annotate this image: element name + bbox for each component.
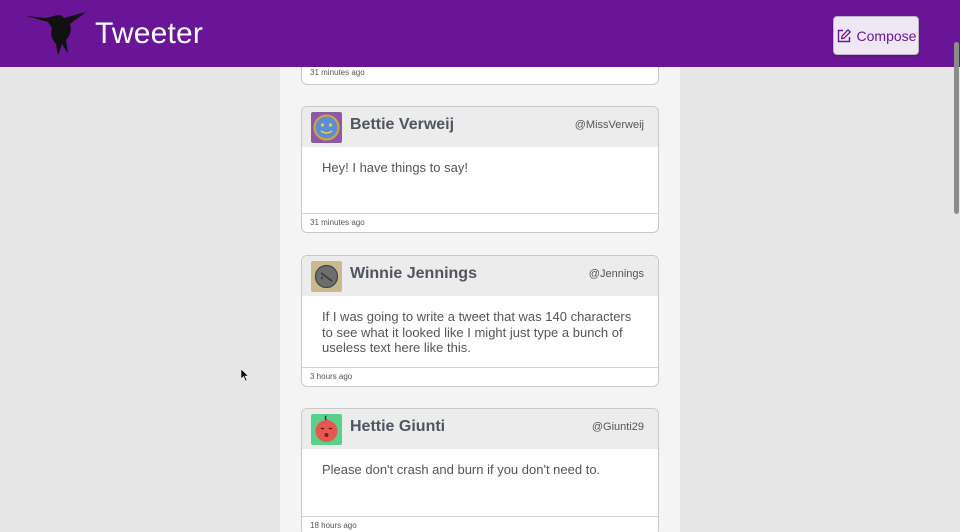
brand-title: Tweeter — [95, 17, 204, 50]
tweet-card: Bettie Verweij @MissVerweij Hey! I have … — [301, 106, 659, 233]
tweet-header: Winnie Jennings @Jennings — [302, 256, 658, 296]
avatar — [311, 261, 342, 292]
tweet-author-handle: @MissVerweij — [574, 119, 644, 131]
tweet-author-name: Hettie Giunti — [350, 418, 446, 435]
tweet-footer: 3 hours ago — [302, 367, 658, 386]
blue-face-avatar-icon — [311, 112, 342, 143]
vertical-scrollbar[interactable] — [954, 42, 959, 214]
tweet-header: Hettie Giunti @Giunti29 — [302, 409, 658, 449]
tweet-author-handle: @Giunti29 — [591, 421, 644, 433]
tweet-footer: 31 minutes ago — [302, 213, 658, 232]
baby-face-avatar-icon — [311, 414, 342, 445]
tweet-content: Please don't crash and burn if you don't… — [322, 462, 601, 477]
grey-sphere-avatar-icon — [311, 261, 342, 292]
tweet-timestamp: 18 hours ago — [310, 521, 357, 530]
tweet-author-name: Winnie Jennings — [350, 265, 477, 282]
tweet-card: Hettie Giunti @Giunti29 Please don't cra… — [301, 408, 659, 532]
tweet-footer: 18 hours ago — [302, 516, 658, 532]
avatar — [311, 414, 342, 445]
tweet-timestamp: 31 minutes ago — [310, 218, 365, 227]
tweet-card: Winnie Jennings @Jennings If I was going… — [301, 255, 659, 387]
mouse-cursor-icon — [241, 369, 249, 381]
avatar — [311, 112, 342, 143]
compose-button[interactable]: Compose — [833, 16, 919, 55]
tweet-timestamp: 31 minutes ago — [310, 68, 365, 77]
tweet-header: Bettie Verweij @MissVerweij — [302, 107, 658, 147]
tweet-author-handle: @Jennings — [588, 268, 644, 280]
tweet-timestamp: 3 hours ago — [310, 372, 353, 381]
tweet-author-name: Bettie Verweij — [350, 116, 455, 133]
top-nav: Tweeter Compose — [0, 0, 960, 67]
compose-button-label: Compose — [856, 27, 917, 44]
tweet-content: Hey! I have things to say! — [322, 160, 468, 175]
hummingbird-logo-icon — [26, 12, 86, 56]
edit-icon — [837, 28, 851, 42]
tweet-content: If I was going to write a tweet that was… — [322, 309, 632, 355]
